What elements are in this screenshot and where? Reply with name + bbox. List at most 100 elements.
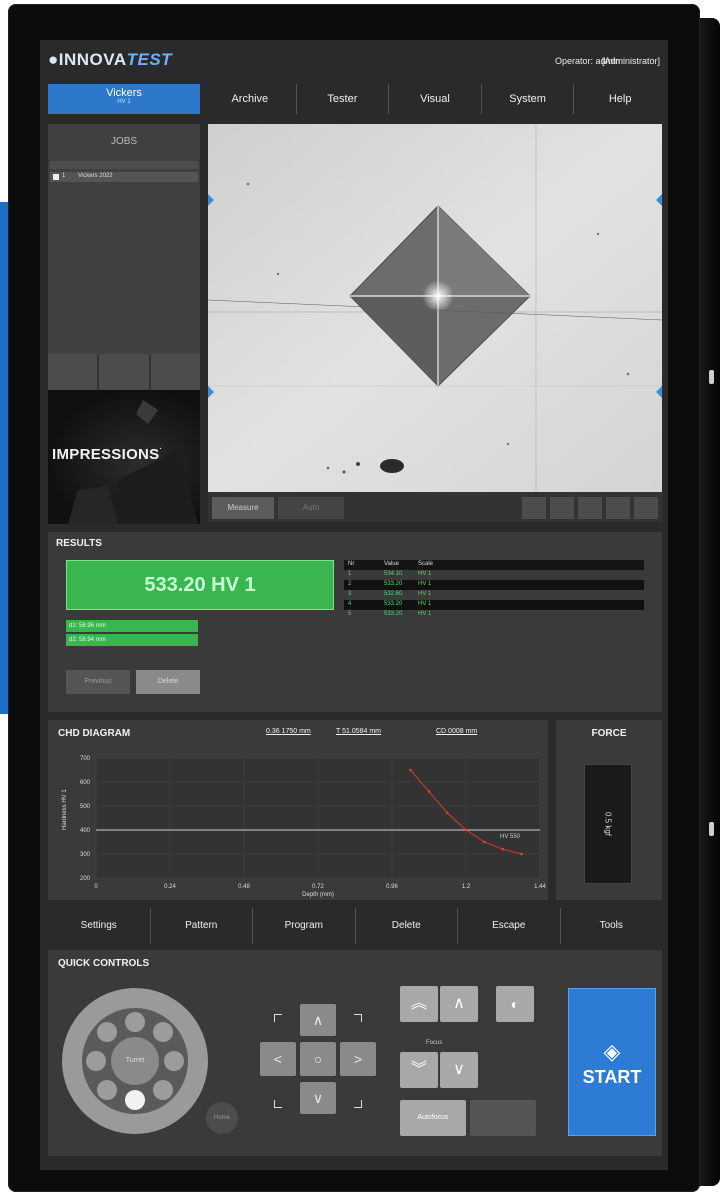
job-checkbox[interactable] [53, 174, 59, 180]
menu-archive[interactable]: Archive [204, 84, 297, 114]
menu-tools[interactable]: Tools [561, 908, 663, 944]
results-scale: HV 1 [418, 611, 432, 617]
chd-x-tick-label: 0.72 [312, 884, 324, 890]
table-row[interactable]: 1 534.10 HV 1 [344, 570, 644, 580]
menu-tester[interactable]: Tester [297, 84, 390, 114]
table-row[interactable]: 3 532.60 HV 1 [344, 590, 644, 600]
auto-button[interactable]: Auto [278, 497, 344, 519]
results-title: RESULTS [56, 538, 102, 549]
pointer-icon[interactable] [522, 497, 546, 519]
turret-center-button[interactable]: Turret [111, 1037, 159, 1085]
results-nr: 4 [348, 601, 352, 607]
device-side-button-top[interactable] [709, 370, 714, 384]
zoom-icon[interactable] [550, 497, 574, 519]
jobs-button-2[interactable] [99, 354, 149, 390]
stage-center-button[interactable]: ○ [300, 1042, 336, 1076]
force-selector[interactable]: 0.5 kgf [584, 764, 632, 884]
start-button[interactable]: ◈ START [568, 988, 656, 1136]
toolbar-blank-2[interactable] [606, 497, 630, 519]
arrow-left-icon: < [273, 1051, 283, 1067]
menu-program[interactable]: Program [253, 908, 356, 944]
chd-y-tick-label: 300 [80, 852, 91, 858]
method-scale: HV 1 [117, 99, 131, 105]
toolbar-blank-1[interactable] [578, 497, 602, 519]
menu-system[interactable]: System [482, 84, 575, 114]
autofocus-button[interactable]: Autofocus [400, 1100, 466, 1136]
stage-up-button[interactable]: ∧ [300, 1004, 336, 1036]
image-toolbar: Measure Auto [208, 492, 662, 522]
start-diamond-icon: ◈ [603, 1039, 621, 1064]
chd-data-point [427, 790, 431, 793]
quick-controls-panel: QUICK CONTROLS Turret Home ∧ < ○ > ∨ ︽ ∧… [48, 950, 662, 1156]
turret-slot[interactable] [97, 1022, 117, 1042]
test-method-button[interactable]: Vickers HV 1 [48, 84, 200, 114]
chd-diagram-panel: CHD DIAGRAM 0.36 1750 mm T 51.0584 mm CD… [48, 720, 548, 900]
device-side-button-bottom[interactable] [709, 822, 714, 836]
results-scale: HV 1 [418, 591, 432, 597]
toolbar-blank-3[interactable] [634, 497, 658, 519]
jobs-button-1[interactable] [48, 354, 98, 390]
table-row[interactable]: 5 533.20 HV 1 [344, 610, 644, 620]
menu-pattern[interactable]: Pattern [151, 908, 253, 944]
job-number: 1 [62, 173, 66, 179]
chd-x-tick-label: 0 [94, 884, 98, 890]
focus-fast-down-button[interactable]: ︾ [400, 1052, 438, 1088]
menu-settings[interactable]: Settings [48, 908, 151, 944]
job-name: Vickers 2022 [78, 173, 113, 179]
menu-delete[interactable]: Delete [356, 908, 458, 944]
job-row[interactable]: 1 Vickers 2022 [50, 172, 198, 182]
home-button[interactable]: Home [206, 1102, 238, 1134]
jobs-button-3[interactable] [150, 354, 200, 390]
impressions-logo: IMPRESSIONS· [52, 446, 163, 463]
results-panel: RESULTS 533.20 HV 1 d1: 58.96 mm d2: 58.… [48, 532, 662, 712]
stage-left-button[interactable]: < [260, 1042, 296, 1076]
stage-right-button[interactable]: > [340, 1042, 376, 1076]
device-side-edge [698, 18, 720, 1186]
jobs-title: JOBS [110, 136, 138, 147]
results-scale: HV 1 [418, 601, 432, 607]
results-table-header: Nr Value Scale [344, 560, 644, 570]
turret-slot[interactable] [86, 1051, 106, 1071]
table-row[interactable]: 4 533.20 HV 1 [344, 600, 644, 610]
chd-x-tick-label: 0.48 [238, 884, 250, 890]
turret-slot[interactable] [153, 1080, 173, 1100]
corner-bottom-right-icon [354, 1100, 362, 1108]
indentation-image-view[interactable] [208, 124, 662, 492]
table-row[interactable]: 2 533.20 HV 1 [344, 580, 644, 590]
turret-slot[interactable] [153, 1022, 173, 1042]
force-value: 0.5 kgf [603, 811, 613, 837]
turret-wheel[interactable]: Turret [62, 988, 208, 1134]
menu-escape[interactable]: Escape [458, 908, 561, 944]
start-label: START [582, 1067, 642, 1087]
turret-slot[interactable] [97, 1080, 117, 1100]
focus-fast-up-button[interactable]: ︽ [400, 986, 438, 1022]
turret-slot-active[interactable] [125, 1090, 145, 1110]
disabled-button[interactable] [470, 1100, 536, 1136]
measure-button[interactable]: Measure [212, 497, 274, 519]
role-label: [Administrator] [601, 56, 660, 66]
chd-x-tick-label: 0.24 [164, 884, 176, 890]
menu-help[interactable]: Help [574, 84, 666, 114]
corner-top-left-icon [274, 1014, 282, 1022]
impressions-logo-text: IMPRESSIONS [52, 446, 160, 463]
chd-y-tick-label: 400 [80, 828, 91, 834]
stage-down-button[interactable]: ∨ [300, 1082, 336, 1114]
delete-result-button[interactable]: Delete [136, 670, 200, 694]
vickers-indent-image [208, 124, 662, 492]
chevron-up-icon: ∧ [453, 995, 465, 1012]
results-value: 534.10 [384, 571, 403, 577]
menu-visual[interactable]: Visual [389, 84, 482, 114]
previous-button[interactable]: Previous [66, 670, 130, 694]
results-value: 533.20 [384, 611, 403, 617]
lamp-button[interactable]: ◐ [496, 986, 534, 1022]
results-value: 533.20 [384, 601, 403, 607]
turret-slot[interactable] [125, 1012, 145, 1032]
turret-slot[interactable] [164, 1051, 184, 1071]
top-menu: Archive Tester Visual System Help [204, 84, 666, 114]
results-col-scale: Scale [418, 561, 434, 567]
chevron-down-icon: ∨ [453, 1061, 465, 1078]
chd-x-axis-label: Depth (mm) [302, 892, 334, 898]
focus-down-button[interactable]: ∨ [440, 1052, 478, 1088]
focus-up-button[interactable]: ∧ [440, 986, 478, 1022]
chd-chart[interactable]: 700 600 500 400 300 200 0 0.24 0.48 0.72 0.96 1.2 1… [48, 720, 548, 900]
